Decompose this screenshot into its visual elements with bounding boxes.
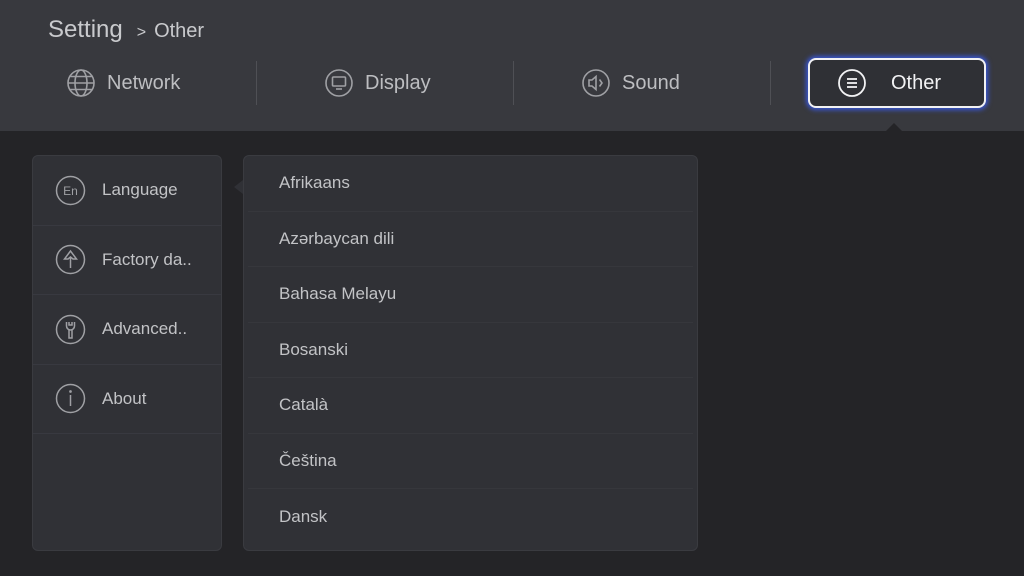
panel-pointer: [234, 180, 243, 194]
language-option[interactable]: Dansk: [248, 489, 693, 545]
info-icon: [55, 384, 86, 414]
tab-label: Network: [107, 71, 181, 94]
tab-label: Sound: [622, 71, 680, 94]
tab-label: Other: [891, 71, 942, 94]
sidebar-item-label: Factory da..: [102, 249, 192, 269]
selected-tab-indicator: [886, 123, 902, 131]
tab-label: Display: [365, 71, 431, 94]
menu-lines-icon: [838, 69, 866, 97]
breadcrumb-separator: >: [136, 24, 147, 41]
language-en-icon: En: [55, 175, 86, 205]
svg-text:En: En: [63, 184, 78, 198]
language-list: Afrikaans Azərbaycan dili Bahasa Melayu …: [243, 155, 698, 551]
tab-display[interactable]: Display: [324, 58, 431, 108]
tab-divider: [513, 61, 514, 105]
sidebar-item-label: Language: [102, 180, 178, 200]
breadcrumb-root[interactable]: Setting: [48, 16, 123, 44]
language-option[interactable]: Azərbaycan dili: [248, 212, 693, 267]
sidebar-item-about[interactable]: About: [33, 365, 221, 434]
other-sidebar: En Language Factory da.. Advanced.. Abou…: [32, 155, 222, 551]
speaker-icon: [582, 69, 610, 97]
tab-divider: [770, 61, 771, 105]
wrench-icon: [55, 314, 86, 344]
sidebar-item-language[interactable]: En Language: [33, 156, 221, 226]
sidebar-item-label: About: [102, 388, 147, 408]
globe-icon: [67, 69, 95, 97]
top-header: Setting > Other Network Display Sound Ot…: [0, 0, 1024, 131]
language-option[interactable]: Čeština: [248, 434, 693, 489]
category-tabs: Network Display Sound Other: [0, 58, 1024, 108]
tab-network[interactable]: Network: [66, 58, 180, 108]
sidebar-item-factory-data[interactable]: Factory da..: [33, 226, 221, 295]
language-option[interactable]: Català: [248, 378, 693, 434]
breadcrumb: Setting > Other: [48, 16, 204, 44]
tab-other[interactable]: Other: [808, 58, 986, 108]
language-option[interactable]: Bahasa Melayu: [248, 267, 693, 323]
sidebar-item-advanced[interactable]: Advanced..: [33, 295, 221, 365]
breadcrumb-current: Other: [154, 20, 205, 42]
tab-divider: [256, 61, 257, 105]
tab-sound[interactable]: Sound: [581, 58, 680, 108]
language-option[interactable]: Afrikaans: [248, 156, 693, 212]
sidebar-item-label: Advanced..: [102, 319, 188, 339]
monitor-icon: [325, 69, 353, 97]
factory-reset-icon: [55, 245, 86, 275]
language-option[interactable]: Bosanski: [248, 323, 693, 378]
